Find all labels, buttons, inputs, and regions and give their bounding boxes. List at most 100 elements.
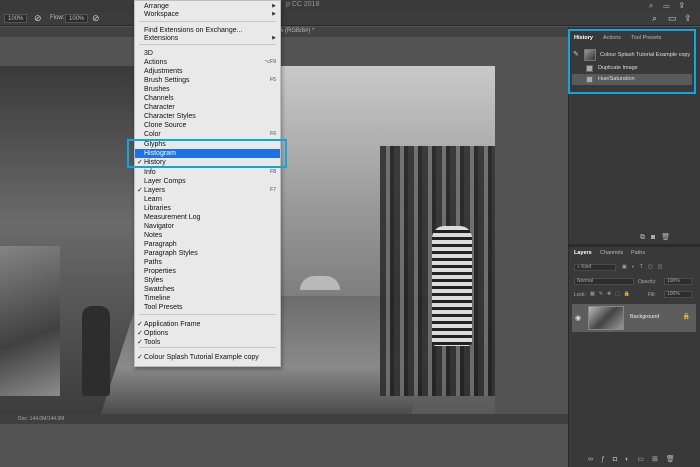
menu-item-label: Timeline [144, 295, 171, 302]
menu-item-swatches[interactable]: Swatches [135, 285, 280, 294]
opacity-field[interactable]: 100% [664, 278, 692, 285]
menu-shortcut: F6 [270, 131, 276, 137]
layer-row-background[interactable]: ◉ Background 🔒 [572, 304, 696, 332]
app-title: p CC 2018 [286, 1, 320, 8]
menu-item-channels[interactable]: Channels [135, 94, 280, 103]
filter-type-icon[interactable]: T [640, 264, 648, 270]
menu-item-extensions[interactable]: Extensions ▶ [135, 34, 280, 43]
menu-item-paths[interactable]: Paths [135, 258, 280, 267]
menu-item-character[interactable]: Character [135, 103, 280, 112]
layer-name: Background [630, 314, 660, 320]
filter-pixel-icon[interactable]: ▣ [622, 264, 632, 270]
checkmark-icon: ✓ [137, 321, 143, 328]
window-menu-dropdown: Arrange ▶ Workspace ▶ Find Extensions on Exc… [134, 0, 281, 367]
menu-item-layers[interactable]: ✓ Layers F7 [135, 186, 280, 195]
menu-shortcut: ⌥F9 [264, 59, 276, 65]
link-icon[interactable]: ∞ [588, 456, 601, 463]
menu-item-color[interactable]: Color F6 [135, 130, 280, 139]
menu-separator [139, 21, 276, 22]
filter-smart-icon[interactable]: ◫ [658, 264, 668, 270]
menu-item-paragraph[interactable]: Paragraph [135, 240, 280, 249]
menu-item-character-styles[interactable]: Character Styles [135, 112, 280, 121]
new-layer-icon[interactable]: ⊞ [652, 456, 666, 463]
workspace-icon[interactable]: ▭ [663, 1, 679, 10]
eye-icon[interactable]: ◉ [575, 314, 581, 322]
menu-item-styles[interactable]: Styles [135, 276, 280, 285]
mask-icon[interactable]: ◘ [613, 456, 625, 463]
menu-item-brush-settings[interactable]: Brush Settings F5 [135, 76, 280, 85]
search-icon[interactable]: ⌕ [649, 1, 663, 10]
menu-item-workspace[interactable]: Workspace ▶ [135, 10, 280, 19]
checkmark-icon: ✓ [137, 339, 143, 346]
menu-item-timeline[interactable]: Timeline [135, 294, 280, 303]
menu-item-options[interactable]: ✓ Options [135, 329, 280, 338]
menu-item-label: Clone Source [144, 122, 187, 129]
fx-icon[interactable]: ƒ [601, 456, 613, 463]
adjustment-layer-icon[interactable]: ◐ [625, 456, 637, 463]
menu-item-properties[interactable]: Properties [135, 267, 280, 276]
menu-item-adjustments[interactable]: Adjustments [135, 67, 280, 76]
fill-field[interactable]: 100% [664, 291, 692, 298]
menu-item-label: Brush Settings [144, 77, 190, 84]
menu-item-notes[interactable]: Notes [135, 231, 280, 240]
lock-artboard-icon[interactable]: ⬚ [615, 291, 624, 297]
menu-shortcut: F7 [270, 187, 276, 193]
menu-item-libraries[interactable]: Libraries [135, 204, 280, 213]
menu-item-info[interactable]: Info F8 [135, 168, 280, 177]
menu-item-application-frame[interactable]: ✓ Application Frame [135, 320, 280, 329]
menu-item-label: Learn [144, 196, 162, 203]
folder-icon[interactable]: ▭ [637, 456, 652, 463]
panel-divider[interactable] [569, 244, 700, 247]
menu-item-label: Character [144, 104, 175, 111]
menu-item-learn[interactable]: Learn [135, 195, 280, 204]
filter-adjustment-icon[interactable]: ◐ [632, 264, 640, 270]
panel-icon[interactable]: ▭ [668, 13, 677, 24]
filter-shape-icon[interactable]: ▢ [648, 264, 658, 270]
menu-item-measurement-log[interactable]: Measurement Log [135, 213, 280, 222]
lock-icon[interactable]: 🔒 [683, 313, 690, 320]
search-tool-icon[interactable]: ⌕ [652, 13, 657, 24]
menu-item-label: Workspace [144, 11, 179, 18]
menu-item-label: Arrange [144, 3, 169, 10]
menu-item-clone-source[interactable]: Clone Source [135, 121, 280, 130]
options-bar: 100% ⊘ Flow: 100% ⊘ ⌕ ▭ ⇪ [0, 12, 700, 26]
upload-icon[interactable]: ⇪ [684, 13, 692, 24]
highlight-callout [127, 139, 287, 168]
lock-transparent-icon[interactable]: ▦ [590, 291, 599, 297]
trash-icon[interactable]: 🗑 [661, 234, 676, 241]
document-tab[interactable]: % (RGB/8#) * [0, 27, 568, 37]
highlight-callout [568, 29, 696, 94]
pressure-icon[interactable]: ⊘ [92, 13, 100, 24]
trash-icon[interactable]: 🗑 [666, 456, 683, 463]
tab-channels[interactable]: Channels [600, 250, 623, 256]
lock-pixels-icon[interactable]: ✎ [599, 291, 607, 297]
menu-item-paragraph-styles[interactable]: Paragraph Styles [135, 249, 280, 258]
menu-item-tools[interactable]: ✓ Tools [135, 338, 280, 347]
menu-item-label: Adjustments [144, 68, 183, 75]
menu-shortcut: F5 [270, 77, 276, 83]
lock-all-icon[interactable]: 🔒 [624, 291, 634, 297]
airbrush-icon[interactable]: ⊘ [34, 13, 42, 24]
share-icon[interactable]: ⇪ [679, 1, 694, 10]
blend-mode-select[interactable]: Normal [574, 278, 634, 285]
zoom-field[interactable]: 100% [4, 14, 28, 23]
tab-paths[interactable]: Paths [631, 250, 645, 256]
lock-position-icon[interactable]: ✥ [607, 291, 615, 297]
menu-item-navigator[interactable]: Navigator [135, 222, 280, 231]
menu-item-label: Channels [144, 95, 174, 102]
menu-item-tool-presets[interactable]: Tool Presets [135, 303, 280, 312]
menu-item-label: 3D [144, 50, 153, 57]
menu-item-layer-comps[interactable]: Layer Comps [135, 177, 280, 186]
menu-item-label: Paragraph Styles [144, 250, 198, 257]
menu-item-brushes[interactable]: Brushes [135, 85, 280, 94]
menu-item-colour-splash-tutorial-example-copy[interactable]: ✓ Colour Splash Tutorial Example copy [135, 353, 280, 362]
menu-item-label: Navigator [144, 223, 174, 230]
flow-field[interactable]: 100% [65, 14, 89, 23]
new-document-from-state-icon[interactable]: ⧉ [640, 234, 651, 241]
menu-item-actions[interactable]: Actions ⌥F9 [135, 58, 280, 67]
menu-item-label: Paths [144, 259, 162, 266]
layer-kind-select[interactable]: ⌕ Kind [574, 264, 616, 271]
camera-icon[interactable]: ◙ [651, 234, 661, 241]
tab-layers[interactable]: Layers [574, 250, 592, 256]
menu-item-3d[interactable]: 3D [135, 49, 280, 58]
